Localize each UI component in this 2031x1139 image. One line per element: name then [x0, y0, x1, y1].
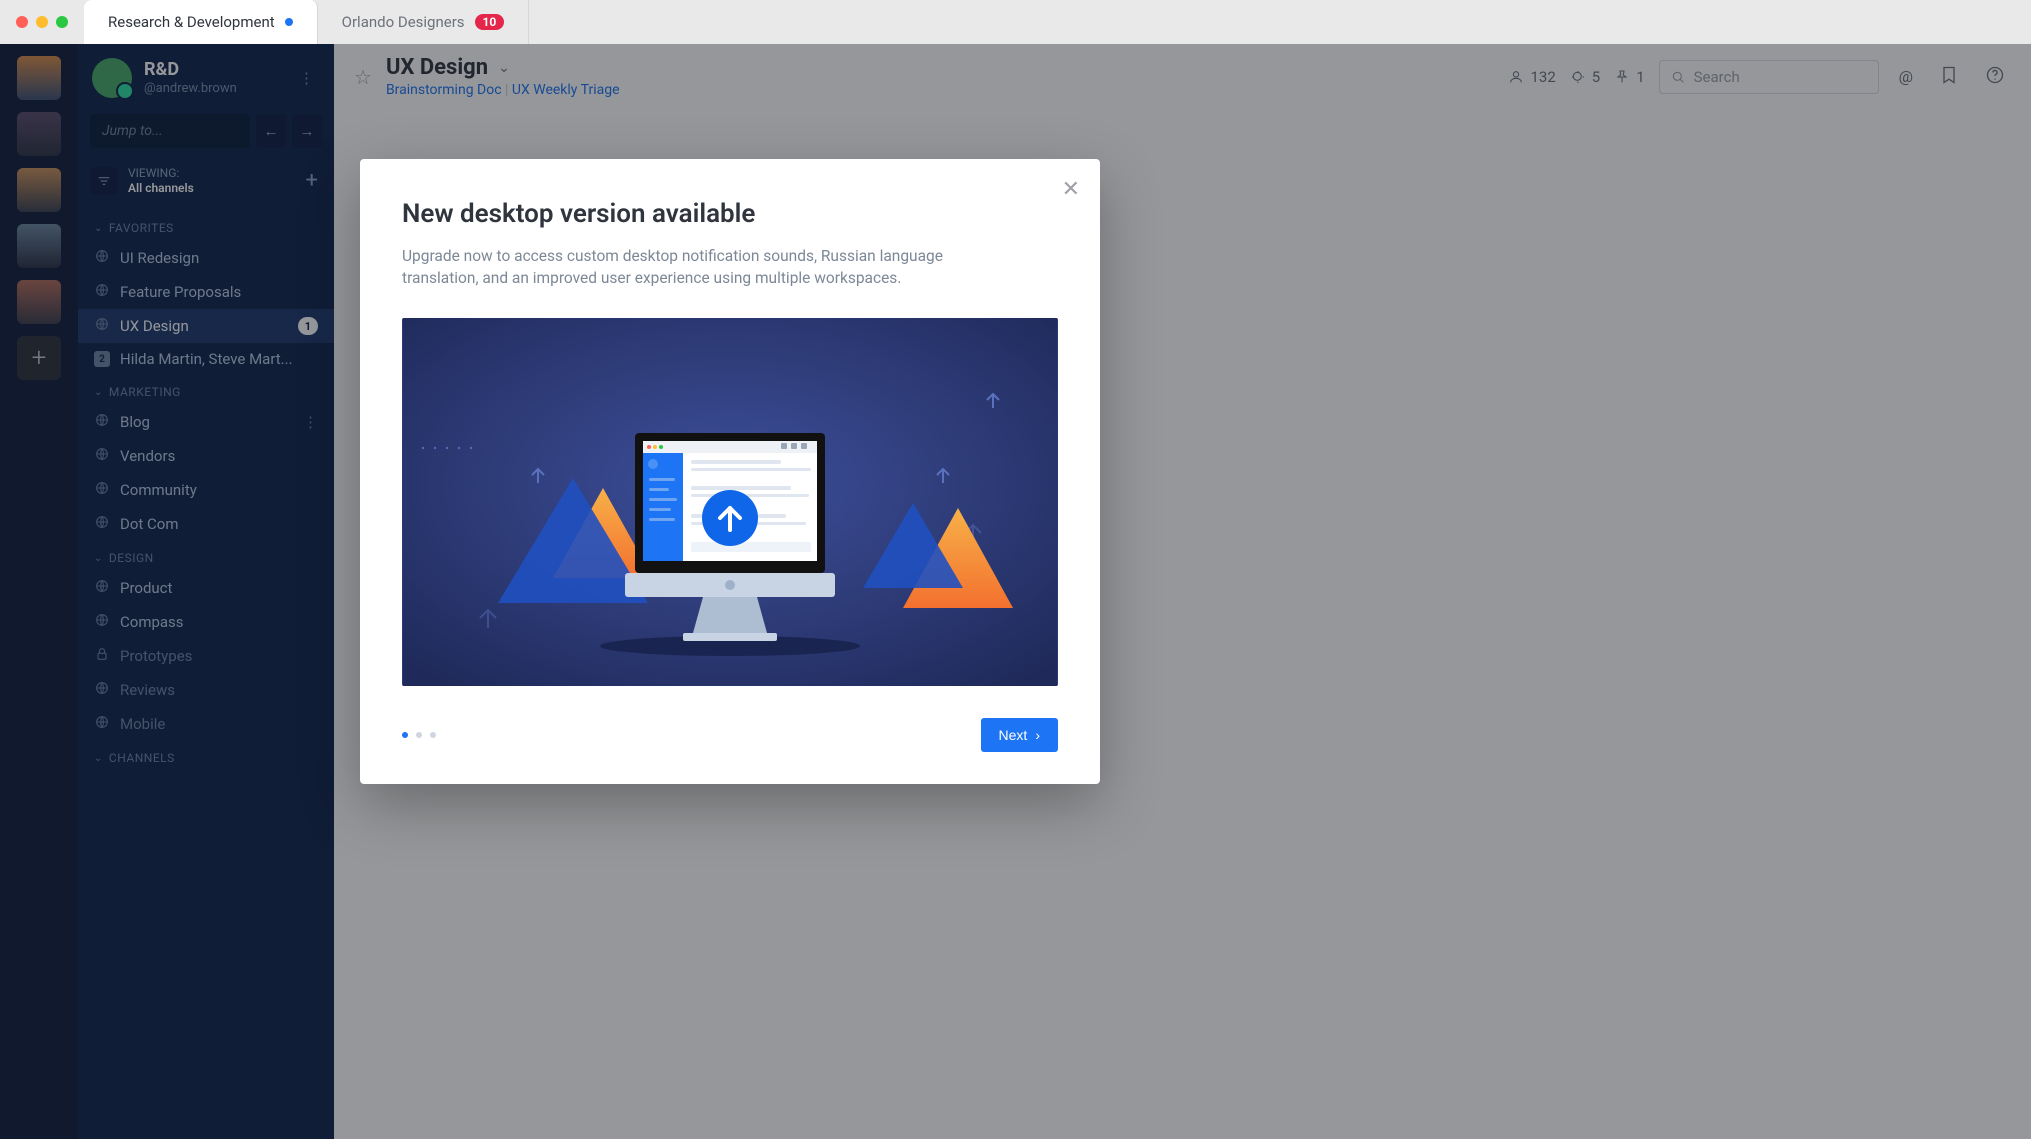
workspace-tab-label: Orlando Designers [342, 13, 465, 31]
close-modal-button[interactable]: ✕ [1062, 177, 1080, 202]
window-tabbar: Research & Development Orlando Designers… [0, 0, 2031, 44]
modal-title: New desktop version available [402, 199, 1058, 229]
page-dot[interactable] [416, 732, 422, 738]
unread-dot-icon [285, 18, 293, 26]
chevron-right-icon: › [1035, 727, 1040, 743]
page-dot[interactable] [430, 732, 436, 738]
minimize-window-button[interactable] [36, 16, 48, 28]
workspace-tab-orlando[interactable]: Orlando Designers 10 [318, 0, 530, 44]
modal-description: Upgrade now to access custom desktop not… [402, 245, 1022, 290]
workspace-tab-rd[interactable]: Research & Development [84, 0, 318, 44]
close-window-button[interactable] [16, 16, 28, 28]
update-modal: ✕ New desktop version available Upgrade … [360, 159, 1100, 784]
next-button[interactable]: Next › [981, 718, 1058, 752]
pagination-dots [402, 732, 436, 738]
workspace-tab-label: Research & Development [108, 13, 275, 31]
maximize-window-button[interactable] [56, 16, 68, 28]
modal-scrim[interactable]: ✕ New desktop version available Upgrade … [0, 44, 2031, 1139]
page-dot-active[interactable] [402, 732, 408, 738]
next-button-label: Next [999, 727, 1028, 743]
window-controls [0, 16, 84, 28]
modal-illustration [402, 318, 1058, 686]
unread-badge: 10 [475, 14, 505, 30]
